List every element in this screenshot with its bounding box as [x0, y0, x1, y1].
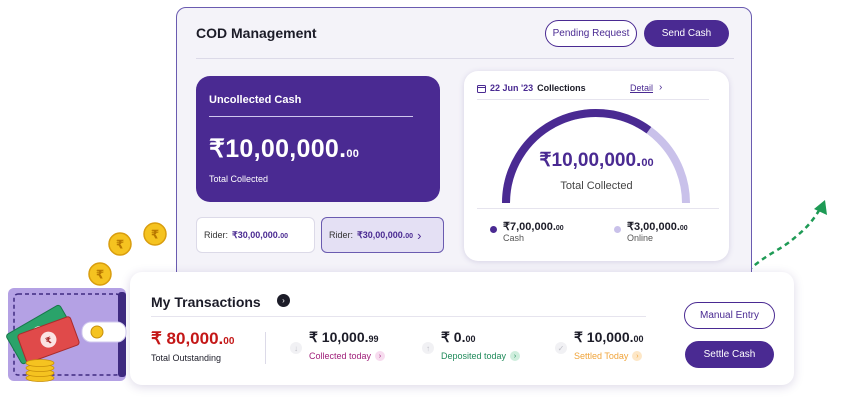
stat-label[interactable]: Settled Today › [574, 351, 644, 361]
legend-dot [614, 226, 621, 233]
detail-link[interactable]: Detail [630, 83, 653, 93]
chevron-right-icon: › [510, 351, 521, 361]
legend-online: ₹3,00,000.00 Online [614, 220, 688, 243]
rider-amount: ₹30,00,000.00 [357, 229, 414, 240]
stat-label[interactable]: Deposited today › [441, 351, 521, 361]
legend-dot [490, 226, 497, 233]
rider-amount: ₹30,00,000.00 [232, 229, 289, 240]
rider-card-selected[interactable]: Rider: ₹30,00,000.00 › [321, 217, 444, 253]
stat-amount: ₹ 0.00 [441, 329, 476, 345]
divider [477, 208, 719, 209]
trend-arrow-icon [747, 200, 827, 272]
manual-entry-button[interactable]: Manual Entry [684, 302, 775, 329]
stat-deposited: ₹ 0.00 Deposited today › [441, 329, 521, 361]
divider [265, 332, 266, 364]
stat-collected: ₹ 10,000.99 Collected today › [309, 329, 386, 361]
chevron-right-icon: › [659, 82, 663, 93]
collections-date: 22 Jun '23 [490, 83, 534, 93]
collections-label: Total Collected [560, 180, 633, 192]
my-transactions-card: My Transactions › ₹ 80,000.00 Total Outs… [130, 272, 794, 385]
collections-card: 22 Jun '23 Collections Detail › ₹10,00,0… [464, 71, 729, 261]
legend-cash: ₹7,00,000.00 Cash [490, 220, 564, 243]
uncollected-title: Uncollected Cash [209, 94, 302, 106]
arrow-right-icon[interactable]: › [277, 294, 290, 307]
legend-amount: ₹3,00,000.00 [627, 221, 688, 233]
divider [477, 99, 709, 100]
stat-settled: ₹ 10,000.00 Settled Today › [574, 329, 644, 361]
divider [196, 58, 734, 59]
calendar-icon [477, 84, 486, 93]
stat-amount: ₹ 10,000.00 [574, 329, 644, 345]
rider-card[interactable]: Rider: ₹30,00,000.00 [196, 217, 315, 253]
legend-label: Online [627, 233, 654, 243]
settle-cash-button[interactable]: Settle Cash [685, 341, 774, 368]
check-icon: ✓ [555, 342, 567, 354]
chevron-right-icon: › [632, 351, 643, 361]
legend-amount: ₹7,00,000.00 [503, 221, 564, 233]
collections-title: Collections [537, 83, 586, 93]
uncollected-label: Total Collected [209, 174, 269, 184]
pending-request-button[interactable]: Pending Request [545, 20, 637, 47]
chevron-right-icon: › [417, 227, 422, 243]
collections-amount: ₹10,00,000.00 [539, 150, 654, 171]
divider [209, 116, 413, 117]
legend-label: Cash [503, 233, 525, 243]
cod-title: COD Management [196, 25, 317, 41]
arrow-down-icon: ↓ [290, 342, 302, 354]
send-cash-button[interactable]: Send Cash [644, 20, 729, 47]
collections-header: 22 Jun '23 Collections [477, 83, 586, 93]
stat-amount: ₹ 10,000.99 [309, 329, 379, 345]
rider-prefix: Rider: [329, 230, 354, 240]
chevron-right-icon: › [375, 351, 386, 361]
wallet-icon: ₹ ₹ [6, 288, 127, 382]
arrow-up-icon: ↑ [422, 342, 434, 354]
stat-label[interactable]: Collected today › [309, 351, 386, 361]
uncollected-cash-card: Uncollected Cash ₹10,00,000.00 Total Col… [196, 76, 440, 202]
uncollected-amount: ₹10,00,000.00 [209, 135, 360, 163]
divider [151, 316, 646, 317]
rider-prefix: Rider: [204, 230, 229, 240]
